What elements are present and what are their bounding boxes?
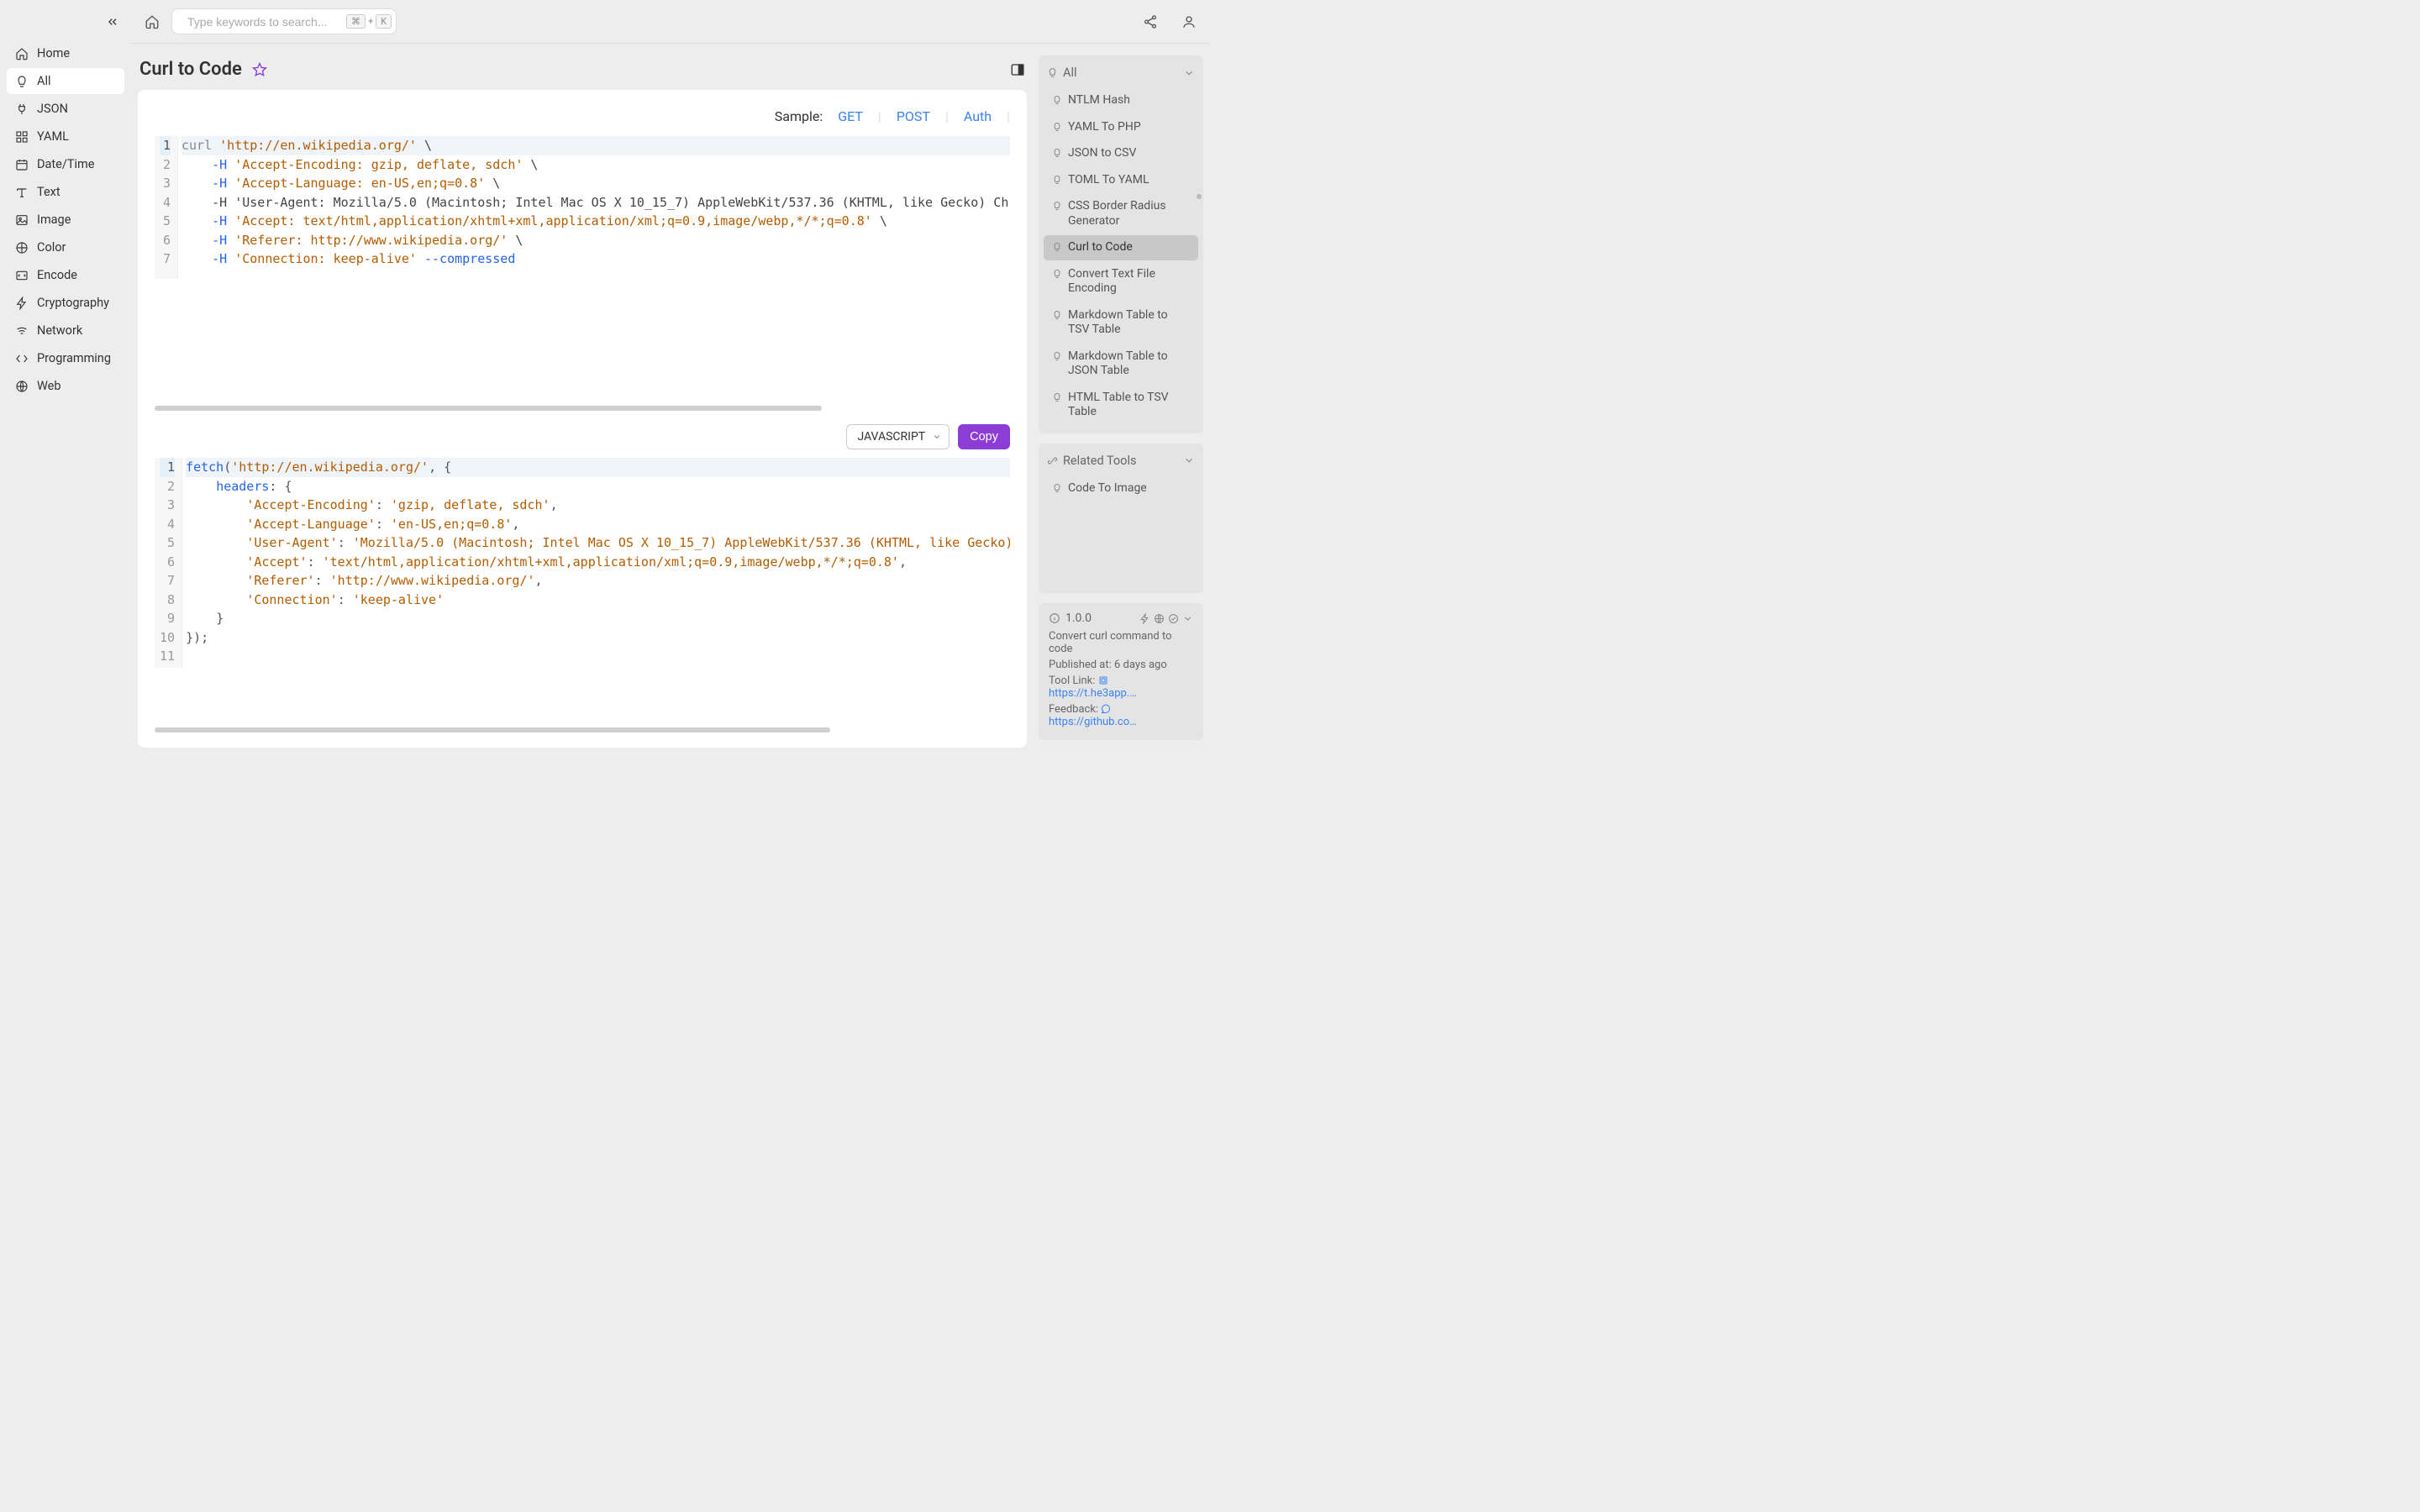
- bulb-icon: [1052, 242, 1063, 252]
- panel-related-label: Related Tools: [1063, 454, 1136, 468]
- sidebar: HomeAllJSONYAMLDate/TimeTextImageColorEn…: [0, 0, 131, 756]
- check-circle-icon[interactable]: [1168, 613, 1179, 624]
- bolt-icon[interactable]: [1139, 613, 1150, 624]
- feedback-link[interactable]: https://github.com/...: [1049, 716, 1141, 728]
- nav-item-web[interactable]: Web: [7, 373, 124, 399]
- nav-item-yaml[interactable]: YAML: [7, 123, 124, 150]
- bulb-icon: [1052, 483, 1063, 493]
- favorite-star-button[interactable]: [252, 62, 267, 77]
- nav-item-programming[interactable]: Programming: [7, 345, 124, 371]
- tool-item-toml-to-yaml[interactable]: TOML To YAML: [1044, 168, 1198, 193]
- language-select[interactable]: JAVASCRIPT: [846, 424, 950, 449]
- globe-icon[interactable]: [1154, 613, 1165, 624]
- bell-icon: [15, 75, 29, 88]
- tool-item-markdown-table-to-tsv-table[interactable]: Markdown Table to TSV Table: [1044, 303, 1198, 343]
- nav-item-text[interactable]: Text: [7, 179, 124, 205]
- search-input[interactable]: [187, 15, 339, 29]
- output-editor[interactable]: 1234567891011 ⌄fetch('http://en.wikipedi…: [155, 458, 1010, 734]
- nav-item-encode[interactable]: Encode: [7, 262, 124, 288]
- sample-get-link[interactable]: GET: [838, 108, 863, 124]
- bulb-icon: [1052, 201, 1063, 211]
- panel-all-label: All: [1063, 66, 1077, 80]
- panel-header-related[interactable]: Related Tools: [1039, 450, 1203, 475]
- info-feedback: Feedback: https://github.com/...: [1049, 703, 1193, 728]
- sidebar-collapse-button[interactable]: [106, 15, 119, 29]
- chevron-down-icon[interactable]: [1182, 613, 1193, 624]
- sample-post-link[interactable]: POST: [897, 108, 930, 124]
- nav-item-date-time[interactable]: Date/Time: [7, 151, 124, 177]
- home-icon: [15, 47, 29, 60]
- copy-button[interactable]: Copy: [958, 424, 1010, 449]
- tool-link[interactable]: https://t.he3app.co...: [1049, 687, 1141, 700]
- search-box[interactable]: ⌘ + K: [171, 8, 397, 34]
- bolt-icon: [15, 297, 29, 310]
- bulb-icon: [1052, 95, 1063, 105]
- sample-label: Sample:: [775, 108, 823, 124]
- tool-item-json-to-csv[interactable]: JSON to CSV: [1044, 141, 1198, 166]
- code-icon: [15, 352, 29, 365]
- grid-icon: [15, 130, 29, 144]
- kbd-shortcut: ⌘ + K: [346, 14, 392, 29]
- right-panel: All NTLM HashYAML To PHPJSON to CSVTOML …: [1034, 44, 1210, 756]
- wifi-icon: [15, 324, 29, 338]
- nav-item-json[interactable]: JSON: [7, 96, 124, 122]
- globe-icon: [15, 380, 29, 393]
- bulb-icon: [1052, 148, 1063, 158]
- output-hscroll[interactable]: [155, 726, 1010, 734]
- sample-row: Sample: GET | POST | Auth |: [155, 103, 1010, 136]
- user-icon[interactable]: [1181, 14, 1197, 29]
- input-hscroll[interactable]: [155, 404, 1010, 412]
- info-action-icons[interactable]: [1139, 613, 1193, 624]
- related-item-code-to-image[interactable]: Code To Image: [1044, 476, 1198, 501]
- bulb-icon: [1052, 310, 1063, 320]
- nav-item-network[interactable]: Network: [7, 318, 124, 344]
- version-label: 1.0.0: [1049, 612, 1092, 625]
- bulb-icon: [1052, 175, 1063, 185]
- nav-item-all[interactable]: All: [7, 68, 124, 94]
- tool-item-yaml-to-php[interactable]: YAML To PHP: [1044, 115, 1198, 140]
- chevron-down-icon: [932, 432, 942, 442]
- panel-toggle-button[interactable]: [1010, 62, 1025, 77]
- nav-item-color[interactable]: Color: [7, 234, 124, 260]
- bulb-icon: [1052, 122, 1063, 132]
- calendar-icon: [15, 158, 29, 171]
- language-value: JAVASCRIPT: [857, 430, 925, 444]
- tool-item-curl-to-code[interactable]: Curl to Code: [1044, 235, 1198, 260]
- bulb-icon: [1052, 351, 1063, 361]
- tool-item-convert-text-file-encoding[interactable]: Convert Text File Encoding: [1044, 262, 1198, 302]
- panel-header-all[interactable]: All: [1039, 62, 1203, 87]
- encode-icon: [15, 269, 29, 282]
- tool-item-markdown-table-to-json-table[interactable]: Markdown Table to JSON Table: [1044, 344, 1198, 384]
- bulb-icon: [1052, 392, 1063, 402]
- input-editor[interactable]: 1234567 curl 'http://en.wikipedia.org/' …: [155, 136, 1010, 412]
- info-box: 1.0.0 Convert curl command to code Publi…: [1039, 603, 1203, 740]
- tool-item-ntlm-hash[interactable]: NTLM Hash: [1044, 88, 1198, 113]
- scroll-indicator: [1197, 194, 1202, 199]
- palette-icon: [15, 241, 29, 255]
- info-published: Published at: 6 days ago: [1049, 659, 1193, 671]
- home-button[interactable]: [145, 14, 160, 29]
- info-description: Convert curl command to code: [1049, 630, 1193, 655]
- plug-icon: [15, 102, 29, 116]
- text-icon: [15, 186, 29, 199]
- page-title: Curl to Code: [139, 59, 242, 80]
- main-card: Sample: GET | POST | Auth | 1234567 curl…: [138, 90, 1027, 748]
- bulb-icon: [1052, 269, 1063, 279]
- info-tool-link: Tool Link: https://t.he3app.co...: [1049, 675, 1193, 700]
- tool-item-css-border-radius-generator[interactable]: CSS Border Radius Generator: [1044, 194, 1198, 234]
- nav-item-home[interactable]: Home: [7, 40, 124, 66]
- share-icon[interactable]: [1143, 14, 1158, 29]
- topbar: ⌘ + K: [131, 0, 1210, 44]
- sample-auth-link[interactable]: Auth: [964, 108, 992, 124]
- image-icon: [15, 213, 29, 227]
- nav-item-cryptography[interactable]: Cryptography: [7, 290, 124, 316]
- nav-item-image[interactable]: Image: [7, 207, 124, 233]
- tool-item-html-table-to-tsv-table[interactable]: HTML Table to TSV Table: [1044, 386, 1198, 425]
